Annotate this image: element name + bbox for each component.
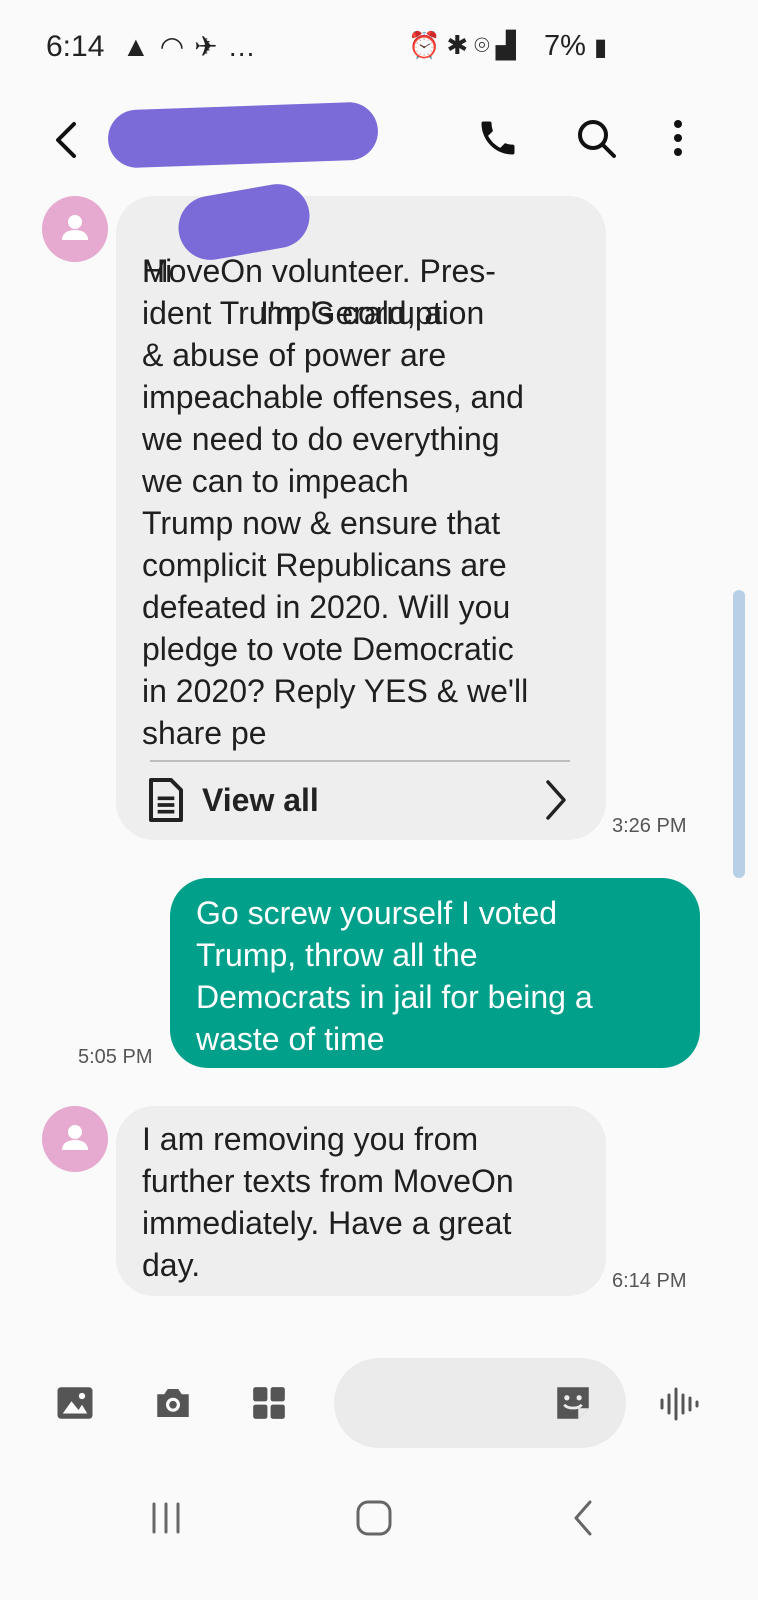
message-timestamp: 6:14 PM — [612, 1270, 687, 1292]
redaction-mark — [107, 101, 379, 169]
home-button[interactable] — [354, 1498, 394, 1538]
contact-avatar[interactable] — [42, 1106, 108, 1172]
nav-back-icon — [574, 1500, 592, 1536]
status-battery: 7% ▮ — [544, 30, 607, 63]
battery-percent: 7% — [544, 30, 586, 62]
message-text: MoveOn volunteer. Pres- ident Trump's co… — [142, 253, 529, 751]
scrollbar[interactable] — [733, 590, 745, 878]
recent-apps-button[interactable] — [148, 1500, 184, 1536]
status-time: 6:14 — [46, 30, 105, 63]
message-text: Go screw yourself I voted Trump, throw a… — [196, 895, 593, 1057]
phone-icon — [481, 121, 515, 155]
camera-button[interactable] — [152, 1382, 194, 1424]
status-right-icons: ⏰✱⌾▟ — [408, 30, 522, 62]
message-bubble-outgoing[interactable]: Go screw yourself I voted Trump, throw a… — [170, 878, 700, 1068]
message-bubble-incoming[interactable]: Hi I'm Gerald, a MoveOn volunteer. Pres-… — [116, 179, 606, 840]
wifi-icon: ◠ — [159, 31, 195, 62]
back-arrow-icon — [56, 122, 76, 158]
person-icon — [62, 215, 88, 240]
status-left-icons: ▲◠✈… — [122, 30, 266, 63]
message-timestamp: 5:05 PM — [78, 1046, 153, 1068]
home-icon — [356, 1500, 392, 1536]
contact-name[interactable] — [107, 100, 380, 169]
search-icon — [578, 120, 616, 158]
message-bubble-incoming[interactable]: I am removing you from further texts fro… — [116, 1106, 606, 1296]
message-text: I am removing you from further texts fro… — [142, 1121, 514, 1283]
more-vert-icon — [674, 120, 682, 156]
nav-back-button[interactable] — [566, 1498, 602, 1538]
status-bar: 6:14 ▲◠✈… ⏰✱⌾▟ 7% ▮ — [0, 0, 758, 96]
sticker-icon — [557, 1387, 589, 1419]
document-icon — [149, 778, 183, 822]
view-all-label: View all — [202, 782, 319, 818]
person-icon — [62, 1125, 88, 1150]
more-options-button[interactable] — [656, 116, 700, 160]
message-timestamp: 3:26 PM — [612, 815, 687, 837]
camera-icon — [157, 1389, 189, 1417]
navigation-icon: ▲ — [122, 31, 160, 62]
message-input[interactable] — [334, 1358, 626, 1448]
battery-charging-icon: ▮ — [593, 34, 608, 61]
bluetooth-icon: ✱ — [446, 30, 475, 60]
recent-apps-icon — [152, 1502, 180, 1534]
bubble-divider — [150, 760, 570, 762]
view-all-button[interactable]: View all — [146, 776, 576, 826]
contact-avatar[interactable] — [42, 196, 108, 262]
gallery-icon — [57, 1387, 93, 1419]
alarm-icon: ⏰ — [408, 30, 447, 60]
lte-signal-icon: ▟ — [495, 30, 522, 60]
more-dots-icon: … — [227, 31, 266, 62]
gallery-button[interactable] — [54, 1382, 96, 1424]
search-button[interactable] — [574, 116, 618, 160]
apps-grid-icon — [253, 1387, 285, 1419]
call-button[interactable] — [476, 116, 520, 160]
apps-button[interactable] — [250, 1384, 288, 1422]
chevron-right-icon — [546, 780, 566, 820]
back-button[interactable] — [46, 118, 90, 162]
voice-wave-icon — [660, 1387, 699, 1421]
sticker-button[interactable] — [552, 1382, 594, 1424]
airplane-bolt-icon: ✈ — [194, 31, 228, 62]
location-icon: ⌾ — [474, 30, 496, 60]
voice-button[interactable] — [658, 1384, 700, 1424]
